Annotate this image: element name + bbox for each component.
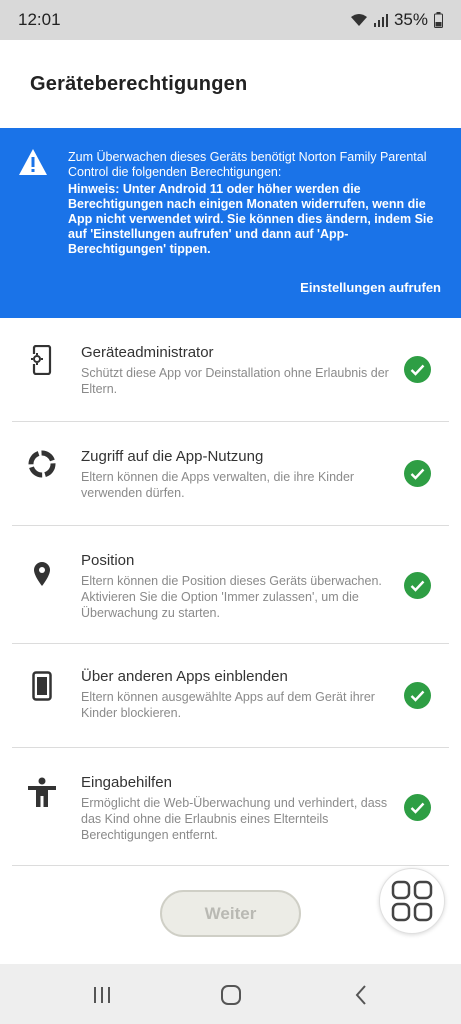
permission-item-overlay[interactable]: Über anderen Apps einblenden Eltern könn… — [12, 644, 449, 748]
apps-grid-icon — [391, 880, 433, 922]
home-button[interactable] — [220, 984, 242, 1006]
status-time: 12:01 — [18, 10, 61, 29]
permission-title: Geräteadministrator — [81, 344, 214, 361]
banner-intro: Zum Überwachen dieses Geräts benötigt No… — [68, 150, 427, 179]
back-button[interactable] — [350, 984, 372, 1006]
permission-body: Position Eltern können die Position dies… — [81, 552, 391, 621]
app-header: Geräteberechtigungen — [0, 40, 461, 128]
info-banner: Zum Überwachen dieses Geräts benötigt No… — [0, 128, 461, 318]
apps-grid-button[interactable] — [379, 868, 445, 934]
wifi-icon — [350, 14, 367, 26]
granted-check-icon — [404, 794, 431, 821]
granted-check-icon — [404, 356, 431, 383]
back-icon — [355, 985, 366, 1005]
footer: Weiter — [0, 868, 461, 964]
permission-description: Eltern können ausgewählte Apps auf dem G… — [81, 690, 375, 720]
home-icon — [221, 985, 241, 1005]
permission-title: Zugriff auf die App-Nutzung — [81, 448, 264, 465]
permission-description: Schützt diese App vor Deinstallation ohn… — [81, 366, 389, 396]
battery-percent: 35% — [393, 10, 428, 29]
phone-overlay-icon — [26, 670, 58, 702]
permission-item-usage-access[interactable]: Zugriff auf die App-Nutzung Eltern könne… — [12, 422, 449, 526]
permission-title: Eingabehilfen — [81, 774, 172, 791]
system-nav-bar — [0, 964, 461, 1024]
warning-icon — [19, 149, 47, 175]
next-button[interactable]: Weiter — [160, 890, 301, 937]
granted-check-icon — [404, 460, 431, 487]
open-settings-link[interactable]: Einstellungen aufrufen — [300, 280, 441, 295]
usage-access-icon — [26, 448, 58, 480]
permission-title: Über anderen Apps einblenden — [81, 668, 288, 685]
battery-icon — [434, 12, 443, 28]
recent-apps-button[interactable] — [91, 984, 113, 1006]
permission-body: Eingabehilfen Ermöglicht die Web-Überwac… — [81, 774, 391, 843]
banner-text: Zum Überwachen dieses Geräts benötigt No… — [68, 150, 440, 257]
accessibility-icon — [26, 776, 58, 808]
location-pin-icon — [26, 558, 58, 590]
recent-apps-icon — [94, 987, 110, 1003]
permission-description: Eltern können die Apps verwalten, die ih… — [81, 470, 355, 500]
status-bar: 12:01 35% — [0, 0, 461, 40]
status-icons: 35% — [350, 10, 443, 30]
permission-body: Geräteadministrator Schützt diese App vo… — [81, 344, 391, 397]
permission-body: Zugriff auf die App-Nutzung Eltern könne… — [81, 448, 391, 501]
granted-check-icon — [404, 572, 431, 599]
banner-hint: Hinweis: Unter Android 11 oder höher wer… — [68, 182, 434, 256]
device-admin-icon — [26, 344, 58, 376]
granted-check-icon — [404, 682, 431, 709]
signal-icon — [373, 14, 388, 27]
permission-item-accessibility[interactable]: Eingabehilfen Ermöglicht die Web-Überwac… — [12, 748, 449, 866]
permission-item-location[interactable]: Position Eltern können die Position dies… — [12, 526, 449, 644]
permission-title: Position — [81, 552, 135, 569]
permission-body: Über anderen Apps einblenden Eltern könn… — [81, 668, 391, 721]
permission-item-device-admin[interactable]: Geräteadministrator Schützt diese App vo… — [12, 318, 449, 422]
permission-description: Ermöglicht die Web-Überwachung und verhi… — [81, 796, 388, 842]
page-title: Geräteberechtigungen — [30, 72, 248, 95]
permission-description: Eltern können die Position dieses Geräts… — [81, 574, 382, 620]
